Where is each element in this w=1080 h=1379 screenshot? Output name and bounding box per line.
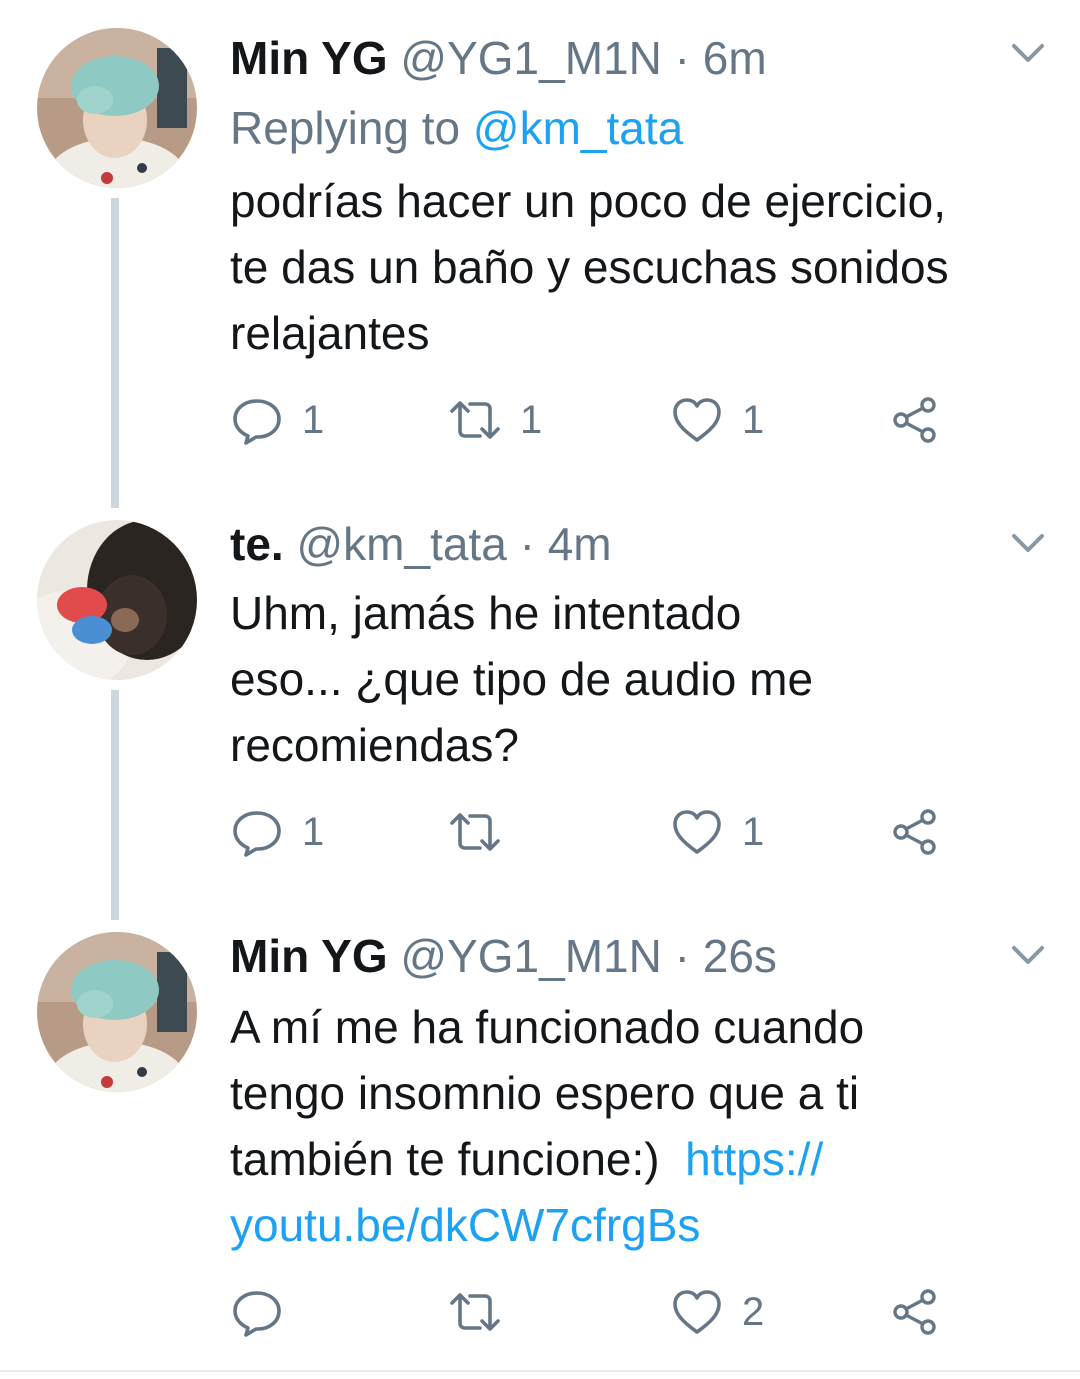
avatar-image	[37, 28, 197, 188]
timestamp[interactable]: 4m	[548, 518, 612, 570]
divider	[0, 1370, 1080, 1372]
tweet-3[interactable]: Min YG @YG1_M1N · 26s A mí me ha funcion…	[0, 902, 1080, 1372]
reply-button[interactable]	[230, 1282, 302, 1342]
avatar[interactable]	[37, 932, 197, 1092]
tweet-text-line: tengo insomnio espero que a ti	[230, 1067, 860, 1119]
heart-icon	[673, 1290, 721, 1334]
action-bar: 1 1	[230, 802, 1050, 862]
like-count: 1	[742, 398, 765, 442]
retweet-button[interactable]	[448, 802, 520, 862]
chevron-down-icon[interactable]	[1008, 942, 1048, 968]
tweet-text-line: eso... ¿que tipo de audio me	[230, 653, 814, 705]
retweet-count: 1	[520, 398, 543, 442]
heart-icon	[673, 398, 721, 442]
action-bar: 1 1 1	[230, 390, 1050, 450]
reply-button[interactable]: 1	[230, 802, 324, 862]
display-name[interactable]: Min YG	[230, 930, 388, 982]
retweet-icon	[450, 1293, 500, 1331]
tweet-text: A mí me ha funcionado cuando tengo insom…	[230, 994, 1050, 1258]
share-button[interactable]	[888, 390, 942, 450]
separator: ·	[674, 32, 690, 84]
reply-icon	[233, 399, 281, 445]
tweet-text-line: podrías hacer un poco de ejercicio,	[230, 175, 946, 227]
retweet-icon	[450, 813, 500, 851]
thread-line	[111, 198, 119, 508]
like-button[interactable]: 2	[670, 1282, 764, 1342]
avatar-image	[37, 932, 197, 1092]
user-handle[interactable]: @YG1_M1N	[400, 32, 661, 84]
like-button[interactable]: 1	[670, 390, 764, 450]
reply-count: 1	[302, 398, 325, 442]
chevron-down-icon[interactable]	[1008, 530, 1048, 556]
user-handle[interactable]: @km_tata	[296, 518, 506, 570]
tweet-text: podrías hacer un poco de ejercicio, te d…	[230, 168, 1050, 366]
reply-icon	[233, 1291, 281, 1337]
share-button[interactable]	[888, 802, 942, 862]
reply-button[interactable]: 1	[230, 390, 324, 450]
tweet-text-line: te das un baño y escuchas sonidos	[230, 241, 949, 293]
share-icon	[893, 397, 936, 443]
tweet-text-segment: también te funcione:)	[230, 1133, 660, 1185]
action-bar: 2	[230, 1282, 1050, 1342]
avatar[interactable]	[37, 520, 197, 680]
separator: ·	[674, 930, 690, 982]
tweet-text-line: Uhm, jamás he intentado	[230, 587, 742, 639]
retweet-button[interactable]: 1	[448, 390, 542, 450]
chevron-down-icon[interactable]	[1008, 40, 1048, 66]
timestamp[interactable]: 6m	[703, 32, 767, 84]
tweet-header: Min YG @YG1_M1N · 26s	[230, 928, 777, 984]
url-link[interactable]: https://	[685, 1133, 823, 1185]
share-icon	[893, 1289, 936, 1335]
timestamp[interactable]: 26s	[703, 930, 777, 982]
display-name[interactable]: te.	[230, 518, 284, 570]
tweet-text-line: recomiendas?	[230, 719, 519, 771]
share-icon	[893, 809, 936, 855]
tweet-text: Uhm, jamás he intentado eso... ¿que tipo…	[230, 580, 1050, 778]
tweet-2[interactable]: te. @km_tata · 4m Uhm, jamás he intentad…	[0, 490, 1080, 920]
thread-line	[111, 690, 119, 920]
replying-to: Replying to @km_tata	[230, 100, 683, 156]
separator: ·	[519, 518, 535, 570]
tweet-header: te. @km_tata · 4m	[230, 516, 612, 572]
tweet-text-line: relajantes	[230, 307, 430, 359]
like-count: 1	[742, 810, 765, 854]
mention-link[interactable]: @km_tata	[473, 102, 683, 154]
replying-prefix: Replying to	[230, 102, 461, 154]
retweet-icon	[450, 401, 500, 439]
reply-icon	[233, 811, 281, 857]
avatar-image	[37, 520, 197, 680]
share-button[interactable]	[888, 1282, 942, 1342]
retweet-button[interactable]	[448, 1282, 520, 1342]
avatar[interactable]	[37, 28, 197, 188]
tweet-text-line: A mí me ha funcionado cuando	[230, 1001, 865, 1053]
like-count: 2	[742, 1290, 765, 1334]
heart-icon	[673, 810, 721, 854]
like-button[interactable]: 1	[670, 802, 764, 862]
user-handle[interactable]: @YG1_M1N	[400, 930, 661, 982]
url-link-continued[interactable]: youtu.be/dkCW7cfrgBs	[230, 1192, 1050, 1258]
reply-count: 1	[302, 810, 325, 854]
tweet-1[interactable]: Min YG @YG1_M1N · 6m Replying to @km_tat…	[0, 0, 1080, 508]
tweet-header: Min YG @YG1_M1N · 6m	[230, 30, 767, 86]
tweet-text-line-with-link: también te funcione:) https://	[230, 1126, 1050, 1192]
display-name[interactable]: Min YG	[230, 32, 388, 84]
